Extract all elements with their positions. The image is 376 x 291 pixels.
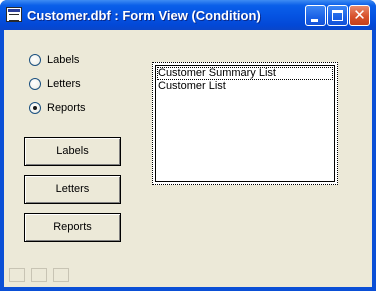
radio-label: Reports	[47, 102, 86, 114]
report-list-box[interactable]: Customer Summary List Customer List	[152, 62, 338, 185]
status-box	[53, 268, 69, 282]
list-frame: Customer Summary List Customer List	[155, 65, 335, 182]
reports-button[interactable]: Reports	[24, 213, 121, 242]
radio-labels[interactable]: Labels	[29, 53, 119, 67]
radio-circle[interactable]	[29, 78, 41, 90]
minimize-button[interactable]	[305, 5, 326, 26]
maximize-button[interactable]	[327, 5, 348, 26]
close-button[interactable]: ✕	[349, 5, 370, 26]
radio-reports[interactable]: Reports	[29, 101, 119, 115]
form-window: Customer.dbf : Form View (Condition) ✕ L…	[0, 0, 376, 291]
form-icon[interactable]	[6, 7, 22, 22]
status-box	[31, 268, 47, 282]
radio-circle[interactable]	[29, 54, 41, 66]
radio-label: Letters	[47, 78, 81, 90]
status-box	[9, 268, 25, 282]
form-client-area: Labels Letters Reports Labels Letters Re…	[4, 30, 372, 287]
list-item[interactable]: Customer List	[157, 80, 333, 93]
labels-button[interactable]: Labels	[24, 137, 121, 166]
list-item[interactable]: Customer Summary List	[157, 67, 333, 80]
close-icon: ✕	[353, 7, 366, 24]
window-title: Customer.dbf : Form View (Condition)	[27, 8, 261, 23]
letters-button[interactable]: Letters	[24, 175, 121, 204]
maximize-icon	[332, 10, 343, 21]
radio-letters[interactable]: Letters	[29, 77, 119, 91]
radio-label: Labels	[47, 54, 80, 66]
title-bar[interactable]: Customer.dbf : Form View (Condition) ✕	[0, 0, 376, 30]
minimize-icon	[311, 19, 318, 22]
radio-circle[interactable]	[29, 102, 41, 114]
